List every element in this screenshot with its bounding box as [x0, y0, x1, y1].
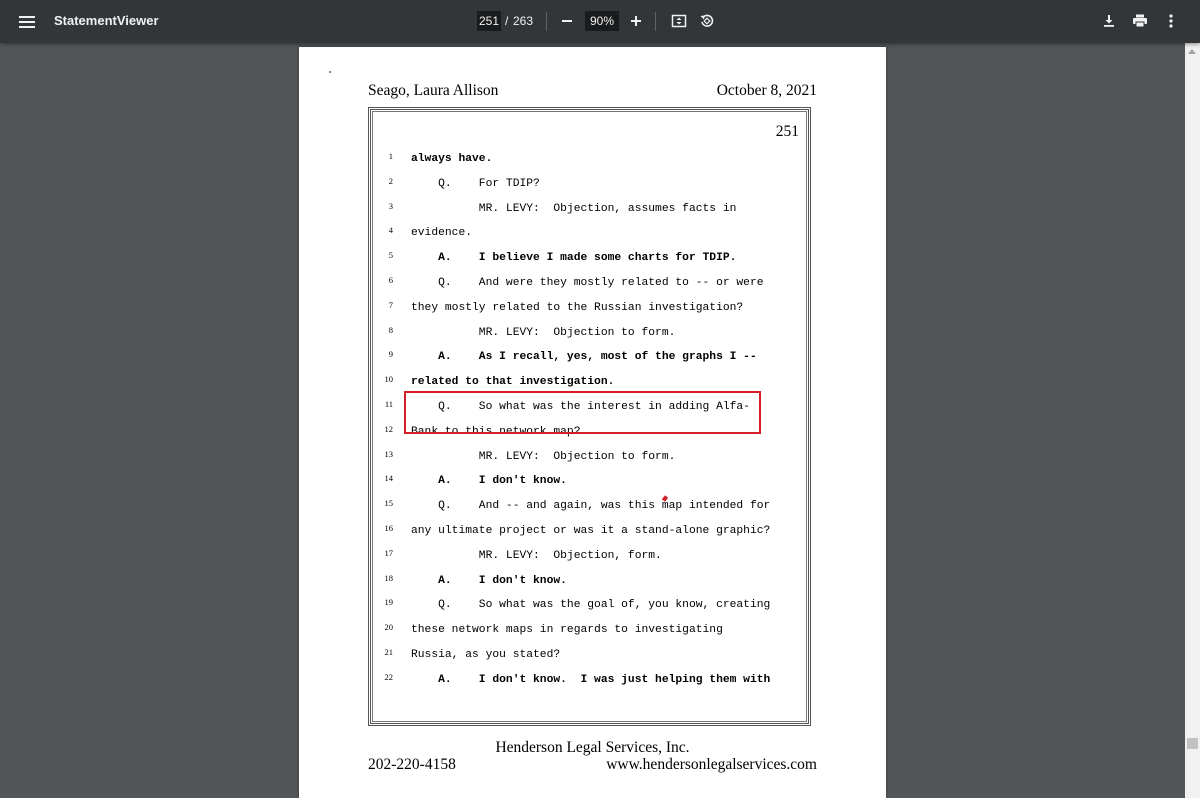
transcript-line: 3 MR. LEVY: Objection, assumes facts in [371, 197, 808, 222]
line-number: 19 [384, 597, 394, 608]
transcript-line: 19 Q. So what was the goal of, you know,… [371, 593, 808, 618]
line-text: Q. For TDIP? [411, 177, 540, 190]
line-number: 8 [388, 324, 393, 335]
line-number: 14 [384, 473, 394, 484]
line-number: 21 [384, 646, 394, 657]
line-number: 10 [384, 374, 394, 385]
line-text: any ultimate project or was it a stand-a… [411, 524, 771, 537]
line-text: A. I don't know. [411, 475, 567, 488]
line-text: they mostly related to the Russian inves… [411, 301, 744, 314]
line-number: 3 [388, 200, 393, 211]
menu-icon[interactable] [12, 7, 42, 37]
transcript-line: 4 evidence. [371, 221, 808, 246]
transcript-line: 15 Q. And -- and again, was this map int… [371, 494, 808, 519]
toolbar-divider [655, 12, 656, 31]
fit-page-icon[interactable] [666, 8, 692, 34]
line-number: 9 [388, 349, 393, 360]
line-number: 12 [384, 423, 394, 434]
page-total: 263 [513, 14, 534, 28]
header-deponent-name: Seago, Laura Allison [368, 82, 499, 99]
footer-phone: 202-220-4158 [368, 756, 456, 773]
zoom-in-icon[interactable] [623, 8, 649, 34]
transcript-line: 18 A. I don't know. [371, 569, 808, 594]
line-number: 18 [384, 572, 394, 583]
footer-website: www.hendersonlegalservices.com [606, 756, 817, 773]
line-number: 22 [384, 671, 394, 682]
line-text: these network maps in regards to investi… [411, 624, 723, 637]
line-text: A. I believe I made some charts for TDIP… [411, 252, 737, 265]
line-text: evidence. [411, 227, 473, 240]
app-title: StatementViewer [54, 13, 159, 28]
line-number: 4 [388, 225, 393, 236]
viewer-toolbar: StatementViewer / 263 [0, 0, 1200, 43]
transcript-line: 8 MR. LEVY: Objection to form. [371, 321, 808, 346]
line-number: 1 [388, 151, 393, 161]
line-number: 13 [384, 448, 394, 459]
transcript-line: 6 Q. And were they mostly related to -- … [371, 271, 808, 296]
line-text: Q. So what was the goal of, you know, cr… [411, 599, 771, 612]
line-number: 7 [388, 299, 393, 310]
transcript-line: 21 Russia, as you stated? [371, 643, 808, 668]
more-vert-icon[interactable] [1158, 8, 1184, 34]
line-number: 17 [384, 547, 394, 558]
line-number: 15 [384, 498, 394, 509]
transcript-line: 17 MR. LEVY: Objection, form. [371, 544, 808, 569]
line-text: Russia, as you stated? [411, 648, 561, 661]
scroll-up-arrow-icon[interactable] [1188, 49, 1196, 54]
line-number: 20 [384, 622, 394, 633]
line-number: 11 [384, 398, 393, 409]
zoom-level-input[interactable] [585, 11, 619, 31]
line-text: Q. And were they mostly related to -- or… [411, 276, 764, 289]
line-number: 5 [388, 250, 393, 261]
line-number: 2 [388, 175, 393, 186]
transcript-line: 13 MR. LEVY: Objection to form. [371, 445, 808, 470]
transcript-line: 9 A. As I recall, yes, most of the graph… [371, 345, 808, 370]
footer-company: Henderson Legal Services, Inc. [495, 739, 690, 756]
toolbar-divider [546, 12, 547, 31]
transcript-line: 7 they mostly related to the Russian inve… [371, 296, 808, 321]
line-text: A. As I recall, yes, most of the graphs … [411, 351, 757, 364]
line-text: MR. LEVY: Objection to form. [411, 326, 676, 339]
transcript-line: 2 Q. For TDIP? [371, 172, 808, 197]
page-separator: / [505, 14, 509, 28]
transcript-page-number: 251 [775, 123, 799, 140]
download-icon[interactable] [1096, 8, 1122, 34]
line-text: MR. LEVY: Objection to form. [411, 450, 676, 463]
line-text: MR. LEVY: Objection, form. [411, 549, 662, 562]
page-number-input[interactable] [477, 11, 501, 31]
print-icon[interactable] [1127, 8, 1153, 34]
red-highlight-annotation [404, 391, 761, 434]
transcript-line: 16 any ultimate project or was it a stand… [371, 519, 808, 544]
line-text: always have. [411, 153, 493, 165]
transcript-line: 14 A. I don't know. [371, 469, 808, 494]
document-page: Seago, Laura Allison October 8, 2021 251… [299, 47, 886, 798]
line-text: Q. And -- and again, was this map intend… [411, 500, 771, 513]
line-text: A. I don't know. I was just helping them… [411, 673, 771, 686]
line-text: MR. LEVY: Objection, assumes facts in [411, 202, 737, 215]
line-number: 16 [384, 522, 394, 533]
transcript-line: 1 always have. [371, 147, 808, 172]
rotate-icon[interactable] [694, 8, 720, 34]
page-speck [329, 71, 331, 73]
transcript-line: 20 these network maps in regards to inves… [371, 618, 808, 643]
header-date: October 8, 2021 [716, 82, 817, 99]
transcript-line: 5 A. I believe I made some charts for TD… [371, 246, 808, 271]
scroll-thumb[interactable] [1187, 738, 1198, 749]
vertical-scrollbar[interactable] [1185, 43, 1200, 798]
line-number: 6 [388, 274, 393, 285]
transcript-line: 22 A. I don't know. I was just helping t… [371, 668, 808, 693]
line-text: A. I don't know. [411, 574, 567, 587]
zoom-out-icon[interactable] [554, 8, 580, 34]
